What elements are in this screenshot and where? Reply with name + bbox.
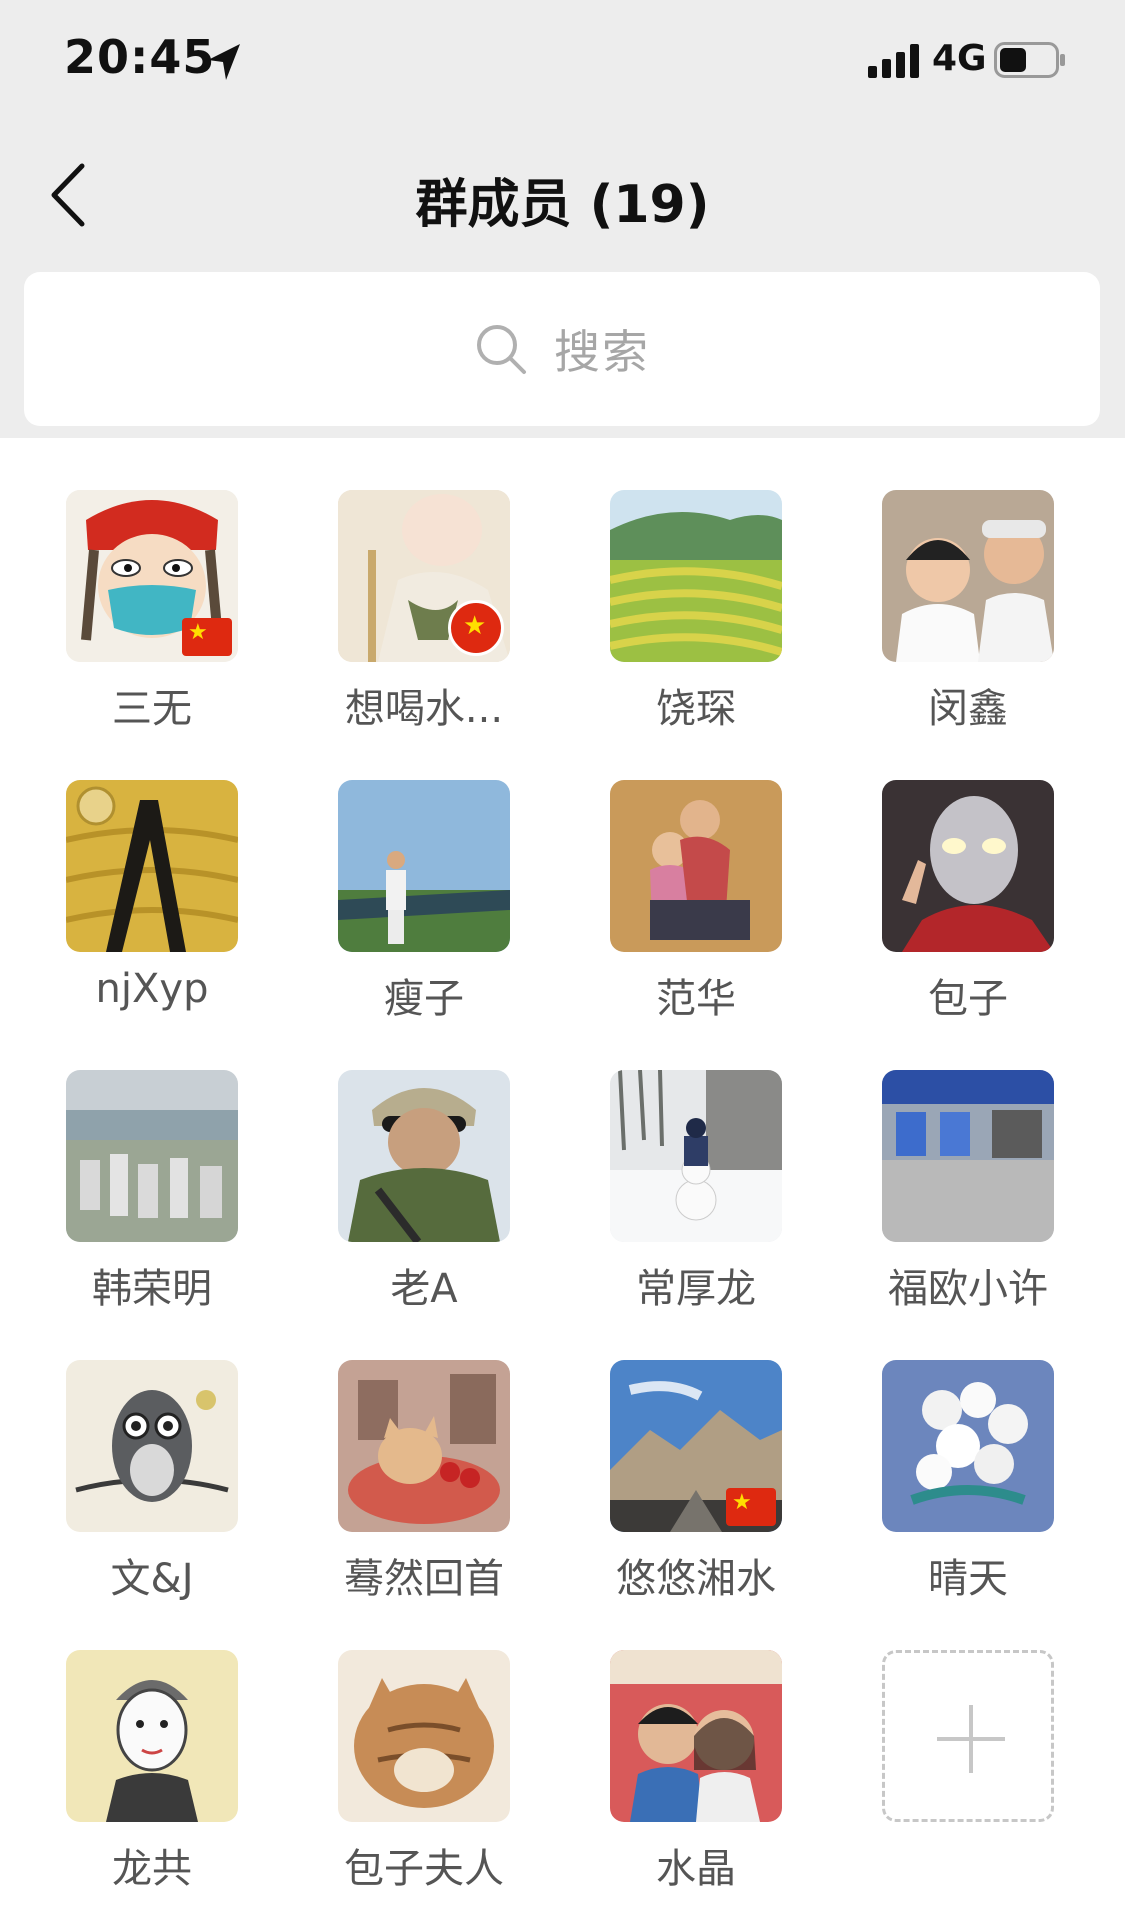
signal-icon (868, 44, 919, 78)
member-name: 龙共 (112, 1846, 192, 1892)
member-avatar (882, 1360, 1054, 1532)
search-icon (477, 325, 526, 374)
member-item[interactable]: 想喝水... (286, 438, 526, 732)
member-item[interactable]: 水晶 (558, 1598, 798, 1892)
plus-icon[interactable] (882, 1650, 1054, 1822)
status-bar: 20:45 4G (0, 0, 1125, 120)
battery-icon (994, 42, 1065, 78)
member-avatar (66, 1070, 238, 1242)
status-time: 20:45 (64, 30, 216, 84)
member-name: 常厚龙 (636, 1266, 756, 1312)
member-avatar (66, 780, 238, 952)
member-name: 蓦然回首 (344, 1556, 504, 1602)
header-area: 20:45 4G 群成员 (19) 搜索 (0, 0, 1125, 438)
member-name: 韩荣明 (92, 1266, 212, 1312)
china-flag-badge (448, 600, 504, 656)
member-grid: 三无 想喝水... 饶琛 (0, 438, 1125, 1919)
member-avatar (610, 1360, 782, 1532)
member-avatar (882, 490, 1054, 662)
member-avatar (882, 1070, 1054, 1242)
member-avatar (610, 1070, 782, 1242)
member-name: 三无 (112, 686, 192, 732)
member-item[interactable]: 瘦子 (286, 728, 526, 1022)
member-name: 悠悠湘水 (616, 1556, 776, 1602)
member-name: 包子夫人 (344, 1846, 504, 1892)
member-item[interactable]: 龙共 (14, 1598, 254, 1892)
member-item[interactable]: 悠悠湘水 (558, 1308, 798, 1602)
location-arrow-icon (208, 44, 240, 80)
network-type: 4G (932, 38, 987, 79)
member-avatar (610, 780, 782, 952)
member-avatar (66, 1650, 238, 1822)
page-title: 群成员 (19) (415, 175, 710, 235)
search-input[interactable]: 搜索 (24, 272, 1100, 426)
member-item[interactable]: 文&J (14, 1308, 254, 1602)
member-item[interactable]: 韩荣明 (14, 1018, 254, 1312)
member-avatar (338, 1650, 510, 1822)
member-avatar (66, 490, 238, 662)
member-item[interactable]: 闵鑫 (830, 438, 1070, 732)
member-item[interactable]: 范华 (558, 728, 798, 1022)
member-name: 瘦子 (384, 976, 464, 1022)
member-name: 闵鑫 (928, 686, 1008, 732)
member-item[interactable]: 饶琛 (558, 438, 798, 732)
search-placeholder: 搜索 (554, 325, 650, 379)
member-item[interactable]: 老A (286, 1018, 526, 1312)
member-name: 文&J (110, 1556, 194, 1602)
member-name: 范华 (656, 976, 736, 1022)
member-name: 福欧小许 (888, 1266, 1048, 1312)
member-item[interactable]: 包子夫人 (286, 1598, 526, 1892)
member-avatar (610, 1650, 782, 1822)
member-item[interactable]: 蓦然回首 (286, 1308, 526, 1602)
member-avatar (610, 490, 782, 662)
add-member-button[interactable] (830, 1598, 1070, 1868)
member-avatar (66, 1360, 238, 1532)
member-name: 包子 (928, 976, 1008, 1022)
member-name: 水晶 (656, 1846, 736, 1892)
member-item[interactable]: 福欧小许 (830, 1018, 1070, 1312)
china-flag-badge (182, 618, 232, 656)
china-flag-badge (726, 1488, 776, 1526)
member-name: 老A (390, 1266, 458, 1312)
member-avatar (338, 780, 510, 952)
member-item[interactable]: 常厚龙 (558, 1018, 798, 1312)
member-item[interactable]: 包子 (830, 728, 1070, 1022)
member-name: 晴天 (928, 1556, 1008, 1602)
member-avatar (338, 490, 510, 662)
member-avatar (338, 1070, 510, 1242)
member-name: 想喝水... (344, 686, 504, 732)
member-name: njXyp (95, 966, 209, 1012)
member-item[interactable]: 晴天 (830, 1308, 1070, 1602)
member-item[interactable]: 三无 (14, 438, 254, 732)
member-name: 饶琛 (656, 686, 736, 732)
member-avatar (338, 1360, 510, 1532)
member-item[interactable]: njXyp (14, 728, 254, 1012)
member-avatar (882, 780, 1054, 952)
